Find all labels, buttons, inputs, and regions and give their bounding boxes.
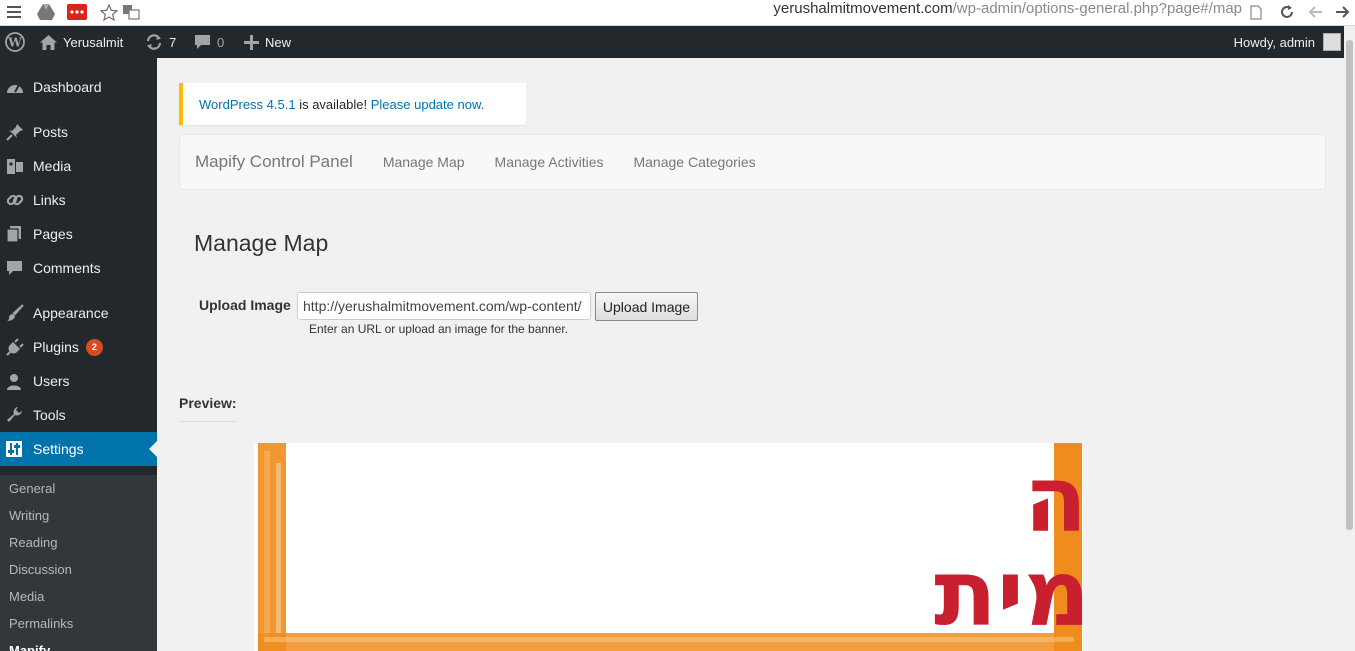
comments-link[interactable]: 0: [194, 26, 224, 58]
menu-appearance[interactable]: Appearance: [0, 296, 157, 330]
site-name: Yerusalmit: [63, 34, 124, 50]
address-bar[interactable]: yerushalmitmovement.com/wp-admin/options…: [773, 0, 1242, 20]
dashboard-icon: [0, 79, 33, 95]
upload-image-button[interactable]: Upload Image: [595, 292, 698, 321]
comment-bubble-icon: [194, 34, 211, 50]
refresh-icon: [145, 34, 163, 50]
menu-comments[interactable]: Comments: [0, 251, 157, 285]
menu-dashboard[interactable]: Dashboard: [0, 70, 157, 104]
version-link[interactable]: WordPress 4.5.1: [199, 97, 296, 112]
admin-sidebar: Dashboard Posts Media Links Pages Commen…: [0, 58, 157, 651]
menu-label: Plugins: [33, 339, 79, 355]
extension-icon[interactable]: [67, 3, 87, 21]
submenu-general[interactable]: General: [9, 475, 55, 502]
page-title: Manage Map: [194, 230, 329, 256]
upload-help-text: Enter an URL or upload an image for the …: [309, 322, 569, 336]
menu-label: Links: [33, 192, 66, 208]
submenu-mapify[interactable]: Mapify: [9, 637, 50, 651]
menu-tools[interactable]: Tools: [0, 398, 157, 432]
forward-icon[interactable]: [1334, 3, 1352, 21]
mapify-navbar: Mapify Control Panel Manage Map Manage A…: [179, 134, 1326, 190]
link-icon: [0, 191, 33, 209]
update-now-link[interactable]: Please update now.: [371, 97, 484, 112]
preview-divider: [179, 421, 237, 422]
updates-count: 7: [169, 34, 177, 50]
new-label: New: [265, 34, 292, 50]
menu-label: Media: [33, 158, 72, 174]
menu-plugins[interactable]: Plugins 2: [0, 330, 157, 364]
scrollbar-thumb[interactable]: [1346, 40, 1353, 530]
wordpress-logo-icon[interactable]: W: [5, 26, 25, 58]
preview-label: Preview:: [179, 395, 237, 411]
banner-text-line2: הירושלמית: [934, 540, 1083, 647]
browser-toolbar: yerushalmitmovement.com/wp-admin/options…: [0, 0, 1355, 26]
main-content: WordPress 4.5.1 is available! Please upd…: [157, 58, 1344, 651]
avatar: [1323, 33, 1341, 51]
nav-manage-activities[interactable]: Manage Activities: [495, 154, 604, 170]
comment-icon: [0, 260, 33, 276]
submenu-reading[interactable]: Reading: [9, 529, 57, 556]
pin-icon: [0, 123, 33, 141]
my-account-link[interactable]: Howdy, admin: [1234, 26, 1341, 58]
nav-manage-map[interactable]: Manage Map: [383, 154, 465, 170]
window-scrollbar[interactable]: [1344, 26, 1355, 651]
page-icon: [1248, 3, 1264, 21]
nav-manage-categories[interactable]: Manage Categories: [633, 154, 755, 170]
svg-text:W: W: [7, 36, 22, 50]
site-name-link[interactable]: Yerusalmit: [40, 26, 123, 58]
menu-label: Settings: [33, 441, 84, 457]
menu-settings[interactable]: Settings: [0, 432, 157, 466]
url-path: /wp-admin/options-general.php?page#/map: [952, 0, 1242, 17]
menu-pages[interactable]: Pages: [0, 217, 157, 251]
url-host: yerushalmitmovement.com: [773, 0, 953, 17]
submenu-media[interactable]: Media: [9, 583, 44, 610]
admin-bar: W Yerusalmit 7 0 New Howdy, admin: [0, 26, 1355, 58]
navbar-brand[interactable]: Mapify Control Panel: [180, 152, 353, 172]
howdy-text: Howdy, admin: [1233, 34, 1315, 50]
submenu-permalinks[interactable]: Permalinks: [9, 610, 73, 637]
menu-label: Posts: [33, 124, 69, 140]
menu-label: Pages: [33, 226, 73, 242]
menu-label: Comments: [33, 260, 101, 276]
media-icon: [0, 158, 33, 175]
menu-label: Tools: [33, 407, 66, 423]
notice-text: is available!: [295, 96, 371, 112]
wrench-icon: [0, 406, 33, 424]
star-icon[interactable]: [99, 3, 119, 21]
settings-submenu: General Writing Reading Discussion Media…: [0, 475, 157, 651]
submenu-discussion[interactable]: Discussion: [9, 556, 72, 583]
menu-links[interactable]: Links: [0, 183, 157, 217]
menu-media[interactable]: Media: [0, 149, 157, 183]
menu-label: Users: [33, 373, 70, 389]
pages-icon: [0, 225, 33, 243]
new-content-link[interactable]: New: [244, 26, 291, 58]
submenu-writing[interactable]: Writing: [9, 502, 49, 529]
updates-link[interactable]: 7: [145, 26, 176, 58]
reload-icon[interactable]: [1278, 3, 1296, 21]
back-icon[interactable]: [1306, 3, 1324, 21]
plugins-update-badge: 2: [85, 338, 103, 356]
banner-preview-image: התנועה הירושלמית: [254, 443, 1083, 651]
plug-icon: [0, 338, 33, 356]
brush-icon: [0, 304, 33, 322]
menu-label: Appearance: [33, 305, 109, 321]
upload-image-label: Upload Image: [199, 297, 291, 313]
home-icon: [40, 34, 57, 50]
image-url-input[interactable]: http://yerushalmitmovement.com/wp-conten…: [297, 292, 591, 320]
translate-icon[interactable]: [121, 3, 141, 21]
drive-icon[interactable]: [36, 3, 56, 21]
menu-users[interactable]: Users: [0, 364, 157, 398]
settings-icon: [0, 441, 33, 457]
plus-icon: [244, 34, 259, 50]
update-notice: WordPress 4.5.1 is available! Please upd…: [179, 83, 526, 125]
comments-count: 0: [217, 34, 225, 50]
menu-icon[interactable]: [6, 3, 22, 21]
menu-label: Dashboard: [33, 79, 102, 95]
menu-posts[interactable]: Posts: [0, 115, 157, 149]
banner-text-line1: התנועה: [1024, 446, 1083, 553]
users-icon: [0, 373, 33, 390]
